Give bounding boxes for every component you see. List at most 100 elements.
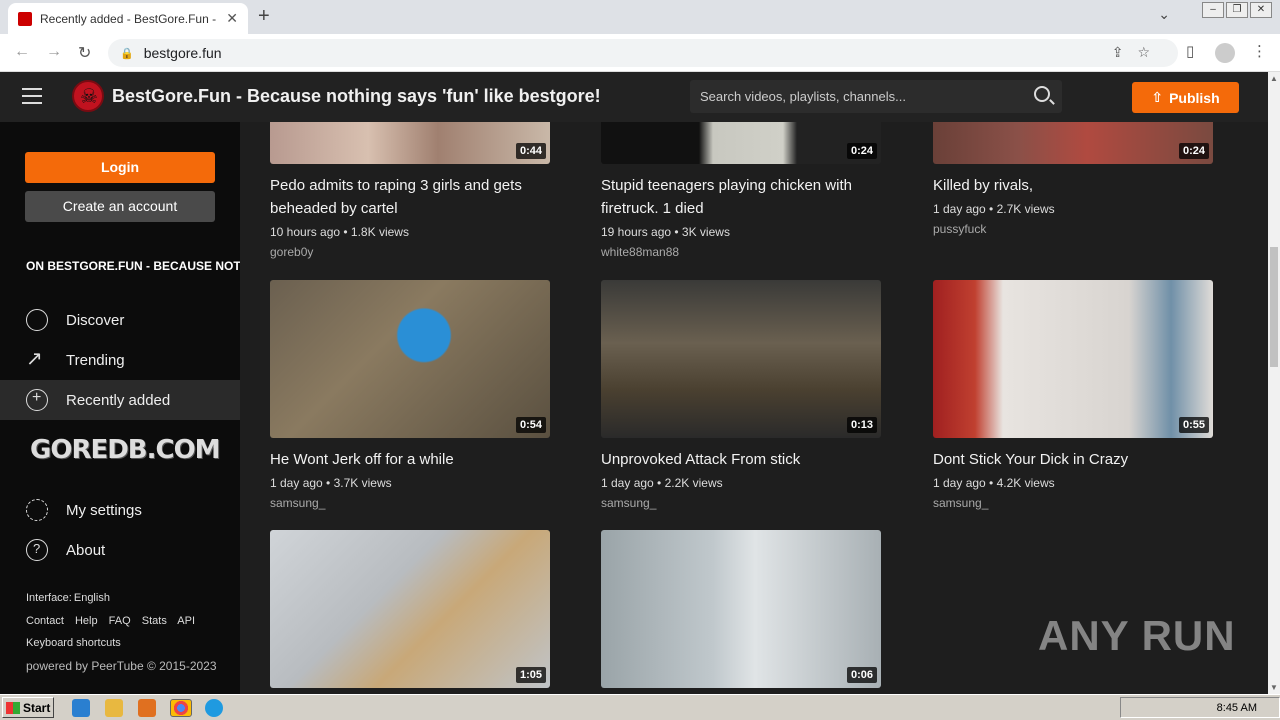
footer-link-stats[interactable]: Stats [142,615,167,627]
video-duration: 0:55 [1178,417,1209,433]
video-thumbnail[interactable]: 0:55 [933,280,1213,438]
sidebar-item-settings[interactable]: My settings [0,490,240,530]
video-title[interactable]: He Wont Jerk off for a while [270,448,550,471]
url-field[interactable]: 🔒 bestgore.fun ⇪☆ [108,39,1178,67]
page-scrollbar[interactable]: ▲ ▼ [1268,72,1280,694]
video-duration: 0:24 [846,143,877,159]
interface-label: Interface: [26,592,72,604]
restore-icon[interactable]: ❐ [1226,2,1248,18]
video-title[interactable]: Dont Stick Your Dick in Crazy [933,448,1213,471]
video-account[interactable]: goreb0y [270,245,550,259]
menu-kebab-icon[interactable]: ⋮ [1252,42,1267,60]
sidebar-item-label: Discover [66,311,125,329]
interface-language: Interface: English [26,592,118,604]
video-thumbnail[interactable]: 1:05 [270,530,550,688]
video-account[interactable]: samsung_ [270,496,550,510]
sidebar-item-label: About [66,541,106,559]
start-button[interactable]: Start [2,697,54,718]
video-thumbnail[interactable]: 0:44 [270,122,550,164]
sidebar-item-recently-added[interactable]: Recently added [0,380,240,420]
footer-link-faq[interactable]: FAQ [109,615,131,627]
video-thumbnail[interactable]: 0:24 [933,122,1213,164]
keyboard-shortcuts-link[interactable]: Keyboard shortcuts [26,637,121,649]
search-input[interactable]: Search videos, playlists, channels... [690,80,1062,113]
video-account[interactable]: samsung_ [601,496,881,510]
url-text: bestgore.fun [143,45,222,61]
video-card: 0:06 [601,530,881,688]
media-player-icon[interactable] [138,699,156,717]
anyrun-watermark: ANY RUN [1038,612,1236,659]
video-title[interactable]: Killed by rivals, [933,174,1213,197]
video-card: 1:05 [270,530,550,688]
footer-link-api[interactable]: API [177,615,195,627]
video-title[interactable]: Pedo admits to raping 3 girls and gets b… [270,174,550,220]
scroll-down-icon[interactable]: ▼ [1270,683,1278,692]
forward-icon[interactable]: → [46,43,62,61]
site-logo-icon[interactable] [72,80,104,112]
video-account[interactable]: white88man88 [601,245,881,259]
sidebar-item-label: Recently added [66,391,171,409]
video-thumbnail[interactable]: 0:13 [601,280,881,438]
footer-link-help[interactable]: Help [75,615,98,627]
new-tab-icon[interactable]: + [258,5,270,28]
share-star-icons[interactable]: ⇪☆ [1112,44,1164,61]
help-icon [26,539,48,561]
scroll-up-icon[interactable]: ▲ [1270,74,1278,83]
sidebar-item-label: My settings [66,501,142,519]
video-card: 0:44 Pedo admits to raping 3 girls and g… [270,122,550,259]
video-thumbnail[interactable]: 0:06 [601,530,881,688]
sidebar-item-about[interactable]: About [0,530,240,570]
video-thumbnail[interactable]: 0:54 [270,280,550,438]
explorer-icon[interactable] [105,699,123,717]
video-title[interactable]: Unprovoked Attack From stick [601,448,881,471]
video-duration: 0:54 [515,417,546,433]
sidebar-banner-text: ON BESTGORE.FUN - BECAUSE NOT [26,259,240,273]
chrome-icon[interactable] [170,699,192,717]
close-window-icon[interactable]: ✕ [1250,2,1272,18]
video-account[interactable]: samsung_ [933,496,1213,510]
sidebar-item-label: Trending [66,351,125,369]
login-button[interactable]: Login [25,152,215,183]
os-taskbar: Start 8:45 AM [0,694,1280,720]
scrollbar-thumb[interactable] [1270,247,1278,367]
video-grid: 0:44 Pedo admits to raping 3 girls and g… [240,122,1268,694]
upload-icon: ⇧ [1151,89,1164,105]
video-title[interactable]: Stupid teenagers playing chicken with fi… [601,174,881,220]
edge-icon[interactable] [205,699,223,717]
goredb-banner[interactable]: GOREDB.COM [30,435,221,465]
publish-button[interactable]: ⇧ Publish [1132,82,1239,113]
browser-tab[interactable]: Recently added - BestGore.Fun - Be ✕ [8,3,248,34]
video-account[interactable]: pussyfuck [933,222,1213,236]
video-meta: 1 day ago • 2.7K views [933,202,1055,216]
sidebar-item-discover[interactable]: Discover [0,300,240,340]
video-duration: 1:05 [515,667,546,683]
system-tray: 8:45 AM [1120,697,1280,718]
sidebar-item-trending[interactable]: Trending [0,340,240,380]
globe-icon [26,309,48,331]
ie-icon[interactable] [72,699,90,717]
hamburger-menu-icon[interactable] [22,88,42,104]
search-icon[interactable] [1034,86,1050,102]
sidebar: Login Create an account ON BESTGORE.FUN … [0,122,240,694]
site-header: BestGore.Fun - Because nothing says 'fun… [0,72,1268,122]
footer-link-contact[interactable]: Contact [26,615,64,627]
minimize-icon[interactable]: – [1202,2,1224,18]
site-title[interactable]: BestGore.Fun - Because nothing says 'fun… [112,86,601,107]
back-icon[interactable]: ← [14,43,30,61]
close-tab-icon[interactable]: ✕ [226,10,238,27]
side-panel-icon[interactable]: ▯ [1186,42,1194,60]
create-account-button[interactable]: Create an account [25,191,215,222]
reload-icon[interactable]: ↻ [78,43,91,63]
lock-icon: 🔒 [120,47,134,60]
search-placeholder: Search videos, playlists, channels... [700,89,906,104]
video-card: 0:24 Stupid teenagers playing chicken wi… [601,122,881,259]
video-card: 0:55 Dont Stick Your Dick in Crazy 1 day… [933,280,1213,510]
video-thumbnail[interactable]: 0:24 [601,122,881,164]
video-card: 0:13 Unprovoked Attack From stick 1 day … [601,280,881,510]
video-duration: 0:06 [846,667,877,683]
chevron-down-icon[interactable]: ⌄ [1158,6,1170,23]
start-label: Start [23,700,51,715]
profile-icon[interactable] [1215,43,1235,63]
interface-value[interactable]: English [74,592,110,604]
plus-circle-icon [26,389,48,411]
